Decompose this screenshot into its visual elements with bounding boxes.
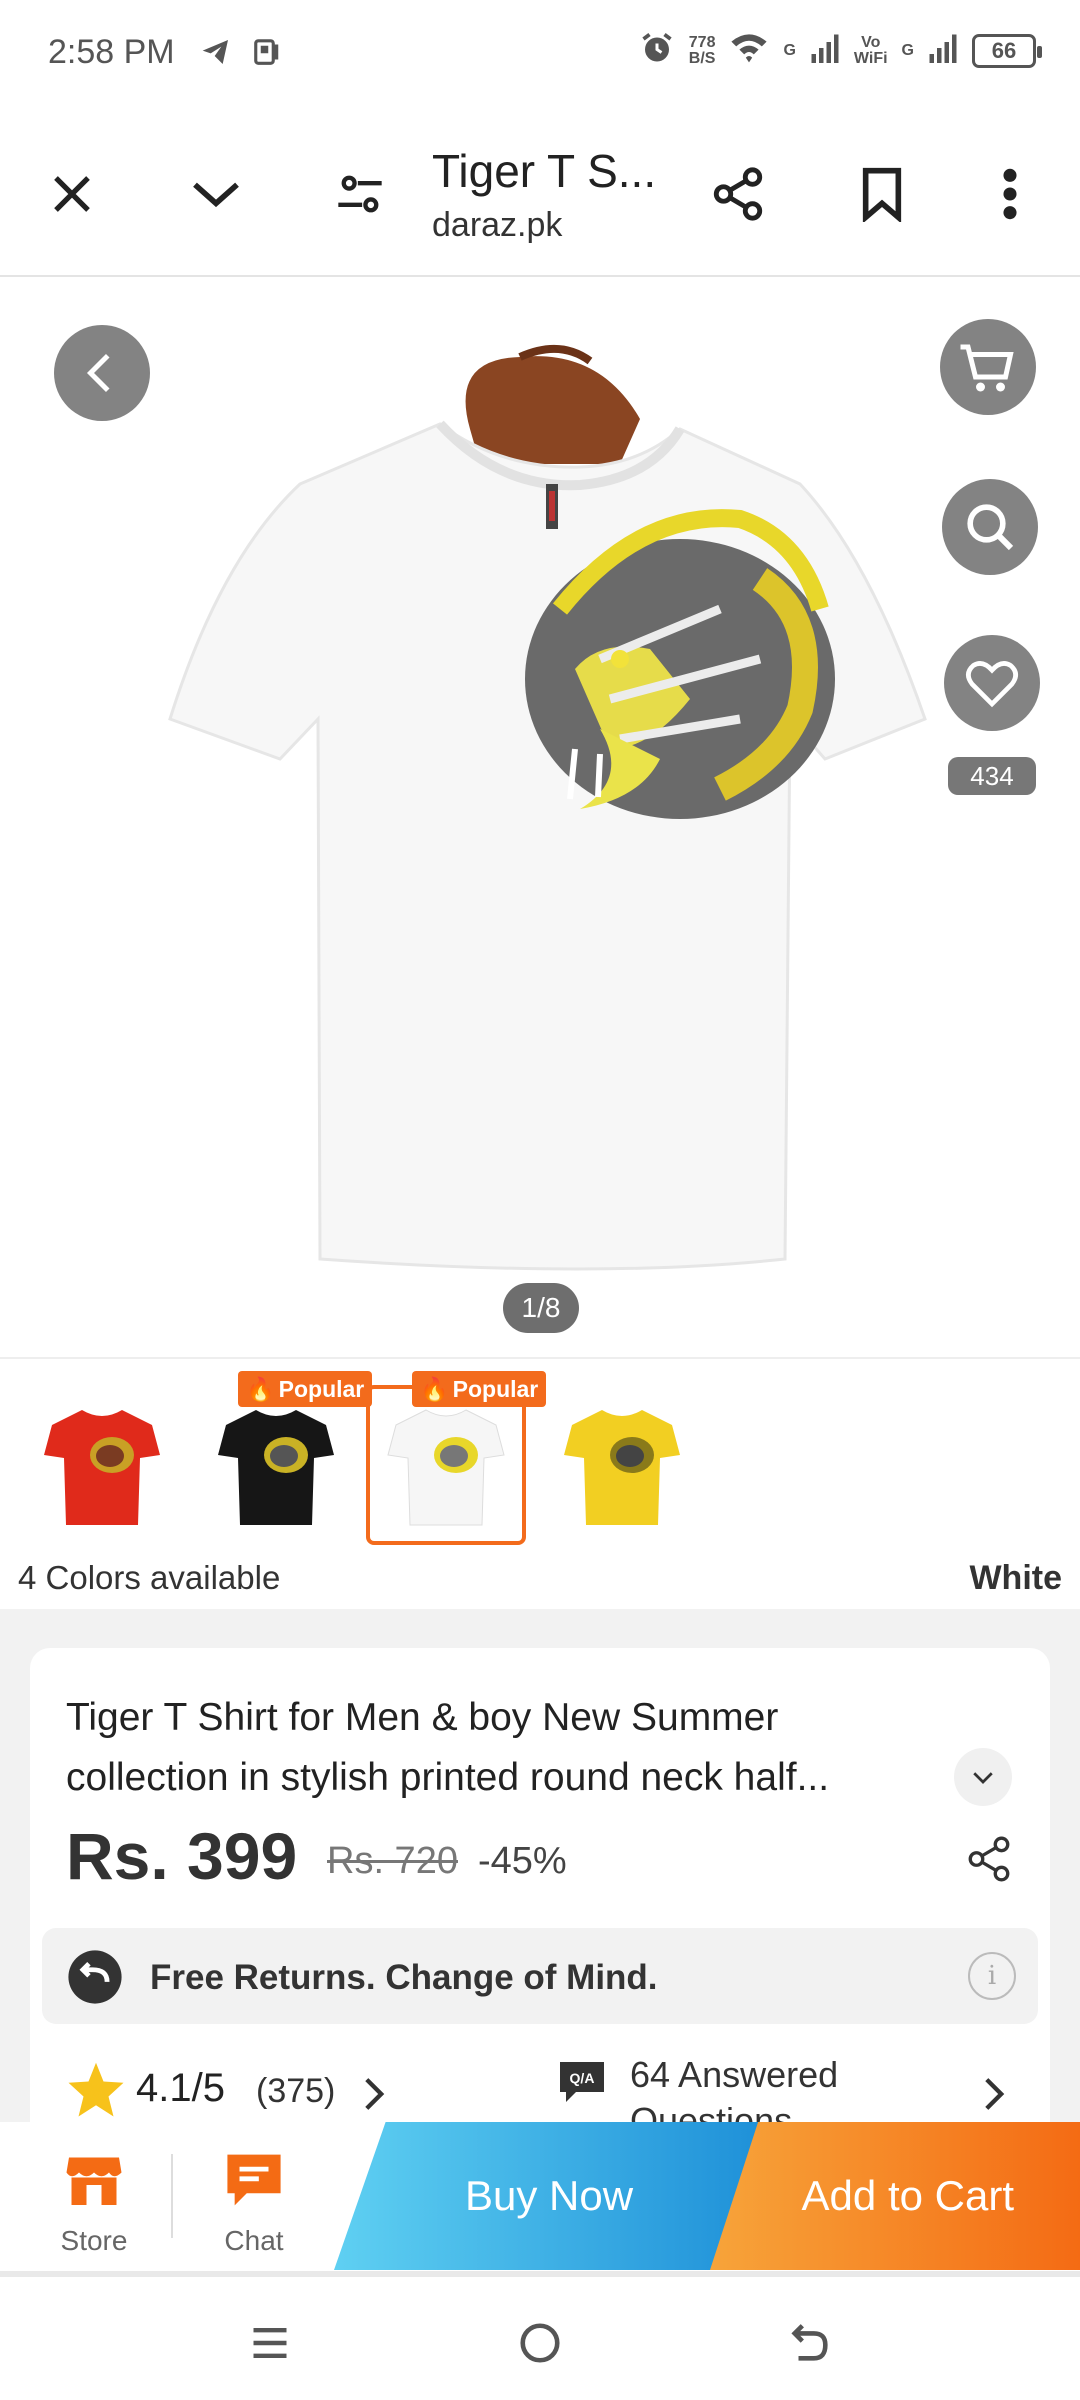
popular-badge: 🔥 Popular [412,1371,547,1407]
colors-available-text: 4 Colors available [18,1559,281,1596]
rating-score[interactable]: 4.1/5 [136,2066,225,2111]
original-price: Rs. 720 [327,1840,458,1882]
cart-button[interactable] [940,319,1036,415]
qa-icon: Q/A [558,2060,606,2109]
home-icon[interactable] [510,2313,570,2373]
signal-icon [810,33,840,68]
chevron-right-icon[interactable] [360,2076,388,2117]
store-label: Store [60,2225,128,2256]
current-price: Rs. 399 [66,1819,298,1893]
wishlist-button[interactable] [944,635,1040,731]
net-speed: 778 B/S [688,33,716,67]
back-nav-icon[interactable] [780,2313,840,2373]
close-icon[interactable] [40,162,104,226]
site-settings-icon[interactable] [328,162,392,226]
divider [171,2154,173,2238]
system-nav-bar [0,2283,1080,2400]
bottom-action-bar: Store Chat Buy Now Add to Cart [0,2122,1080,2277]
selected-color-label: White [969,1559,1062,1597]
popular-badge: 🔥 Popular [238,1371,373,1407]
fire-icon: 🔥 [420,1375,449,1402]
variant-swatch-yellow[interactable] [542,1385,702,1545]
status-time: 2:58 PM [48,33,175,71]
wifi-icon [729,32,769,69]
bookmark-icon[interactable] [850,162,914,226]
menu-icon[interactable] [240,2313,300,2373]
telegram-icon [200,36,232,73]
rating-count[interactable]: (375) [256,2072,335,2111]
free-returns-text: Free Returns. Change of Mind. [150,1958,658,1997]
product-image[interactable] [0,279,1080,1279]
buy-now-button[interactable]: Buy Now [334,2122,764,2270]
back-button[interactable] [54,325,150,421]
signal-type-label: G [901,41,914,59]
store-button[interactable]: Store [34,2152,154,2257]
search-button[interactable] [942,479,1038,575]
store-icon [64,2152,124,2213]
add-to-cart-button[interactable]: Add to Cart [710,2122,1080,2270]
return-icon [66,1948,124,2011]
signal-icon [928,33,958,68]
image-page-indicator: 1/8 [503,1283,579,1333]
qa-badge-label: Q/A [570,2070,595,2086]
more-options-icon[interactable] [978,162,1042,226]
notification-icon [252,36,282,73]
product-gallery[interactable]: 434 1/8 [0,279,1080,1355]
chat-label: Chat [224,2225,284,2256]
vowifi-label: Vo WiFi [853,33,888,67]
info-icon[interactable]: i [968,1952,1016,2000]
variant-swatch-red[interactable] [22,1385,182,1545]
star-icon [66,2060,126,2123]
alarm-icon [639,30,675,71]
product-info-card: Tiger T Shirt for Men & boy New Summer c… [30,1648,1050,2148]
chevron-right-icon[interactable] [980,2076,1008,2117]
variant-swatch-black[interactable] [196,1385,356,1545]
wishlist-count: 434 [948,757,1036,795]
share-icon[interactable] [706,162,770,226]
product-title: Tiger T Shirt for Men & boy New Summer c… [66,1696,830,1799]
discount-percent: -45% [478,1840,567,1882]
chat-button[interactable]: Chat [194,2152,314,2257]
browser-toolbar: Tiger T S... daraz.pk [0,110,1080,277]
free-returns-banner[interactable]: Free Returns. Change of Mind. i [42,1928,1038,2024]
chat-icon [225,2152,283,2213]
page-domain[interactable]: daraz.pk [432,206,562,245]
expand-title-button[interactable] [954,1748,1012,1806]
page-title[interactable]: Tiger T S... [432,144,656,198]
battery-icon: 66 [972,33,1042,68]
fire-icon: 🔥 [246,1375,275,1402]
color-variants: 🔥 Popular 🔥 Popular 4 Colors available Whi… [0,1357,1080,1609]
variant-swatch-white[interactable] [366,1385,526,1545]
signal-type-label: G [783,41,796,59]
share-icon[interactable] [964,1834,1014,1889]
status-bar: 2:58 PM 778 B/S G Vo WiFi G 66 [0,0,1080,110]
chevron-down-icon[interactable] [184,162,248,226]
